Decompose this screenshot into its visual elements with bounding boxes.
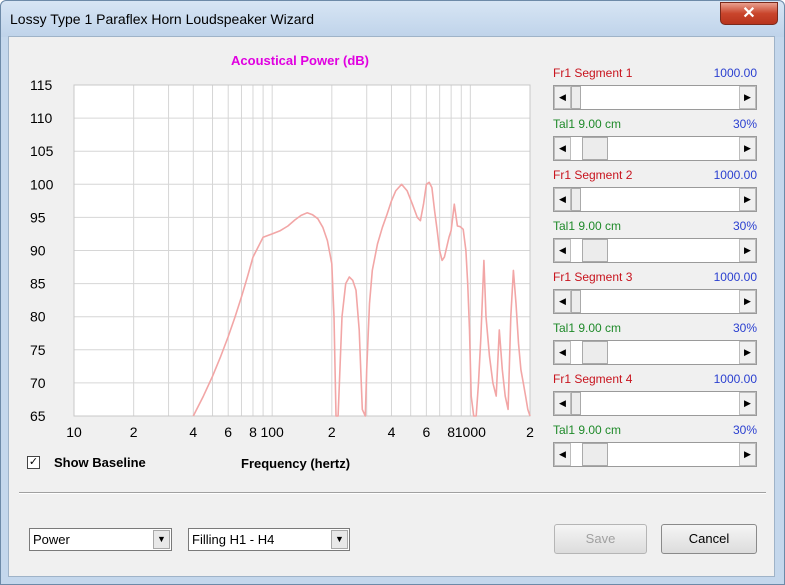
x-tick-label: 2 bbox=[130, 424, 138, 440]
segment-scrollbar[interactable]: ◀ ▶ bbox=[553, 136, 757, 161]
segment-parameter-value: 30% bbox=[732, 117, 757, 131]
segment-parameter-value: 30% bbox=[732, 423, 757, 437]
segment-label-row: Fr1 Segment 3 1000.00 bbox=[553, 270, 757, 286]
arrow-right-icon[interactable]: ▶ bbox=[739, 188, 756, 211]
arrow-right-icon[interactable]: ▶ bbox=[739, 443, 756, 466]
x-tick-label: 6 bbox=[422, 424, 430, 440]
scroll-thumb[interactable] bbox=[571, 86, 581, 109]
y-tick-label: 65 bbox=[30, 408, 46, 424]
segment-scrollbar[interactable]: ◀ ▶ bbox=[553, 340, 757, 365]
y-tick-label: 115 bbox=[30, 77, 53, 93]
scroll-thumb[interactable] bbox=[571, 392, 581, 415]
chevron-down-icon[interactable]: ▼ bbox=[331, 530, 348, 549]
segment-parameter-label: Fr1 Segment 4 bbox=[553, 372, 633, 386]
scroll-thumb[interactable] bbox=[582, 443, 608, 466]
segment-parameter-label: Tal1 9.00 cm bbox=[553, 219, 622, 233]
arrow-left-icon[interactable]: ◀ bbox=[554, 290, 571, 313]
arrow-left-icon[interactable]: ◀ bbox=[554, 239, 571, 262]
arrow-left-icon[interactable]: ◀ bbox=[554, 341, 571, 364]
separator bbox=[19, 492, 766, 494]
arrow-left-icon[interactable]: ◀ bbox=[554, 86, 571, 109]
scroll-thumb[interactable] bbox=[582, 239, 608, 262]
segment-scrollbar[interactable]: ◀ ▶ bbox=[553, 238, 757, 263]
segment-parameter-label: Tal1 9.00 cm bbox=[553, 321, 622, 335]
segment-parameter-value: 1000.00 bbox=[713, 168, 757, 182]
segment-scrollbar[interactable]: ◀ ▶ bbox=[553, 442, 757, 467]
check-icon[interactable]: ✓ bbox=[27, 456, 40, 469]
chevron-down-icon[interactable]: ▼ bbox=[153, 530, 170, 549]
y-tick-label: 80 bbox=[30, 309, 46, 325]
x-tick-label: 2 bbox=[526, 424, 534, 440]
save-button[interactable]: Save bbox=[554, 524, 647, 554]
arrow-right-icon[interactable]: ▶ bbox=[739, 392, 756, 415]
arrow-right-icon[interactable]: ▶ bbox=[739, 290, 756, 313]
x-tick-label: 2 bbox=[328, 424, 336, 440]
x-tick-label: 6 bbox=[224, 424, 232, 440]
segment-parameter-value: 30% bbox=[732, 219, 757, 233]
mode-select-value: Power bbox=[33, 532, 70, 547]
segment-parameter-label: Tal1 9.00 cm bbox=[553, 423, 622, 437]
x-tick-label: 4 bbox=[189, 424, 197, 440]
segment-label-row: Tal1 9.00 cm 30% bbox=[553, 321, 757, 337]
arrow-left-icon[interactable]: ◀ bbox=[554, 137, 571, 160]
y-tick-label: 85 bbox=[30, 276, 46, 292]
segment-label-row: Tal1 9.00 cm 30% bbox=[553, 219, 757, 235]
filling-select[interactable]: Filling H1 - H4 ▼ bbox=[188, 528, 350, 551]
segment-parameter-value: 1000.00 bbox=[713, 372, 757, 386]
arrow-left-icon[interactable]: ◀ bbox=[554, 443, 571, 466]
segment-label-row: Tal1 9.00 cm 30% bbox=[553, 423, 757, 439]
arrow-right-icon[interactable]: ▶ bbox=[739, 341, 756, 364]
segment-label-row: Fr1 Segment 1 1000.00 bbox=[553, 66, 757, 82]
segment-parameter-value: 1000.00 bbox=[713, 66, 757, 80]
arrow-right-icon[interactable]: ▶ bbox=[739, 239, 756, 262]
mode-select[interactable]: Power ▼ bbox=[29, 528, 172, 551]
segment-scrollbar[interactable]: ◀ ▶ bbox=[553, 289, 757, 314]
cancel-button[interactable]: Cancel bbox=[661, 524, 757, 554]
arrow-right-icon[interactable]: ▶ bbox=[739, 137, 756, 160]
y-tick-label: 110 bbox=[30, 110, 53, 126]
segment-parameter-label: Fr1 Segment 1 bbox=[553, 66, 633, 80]
y-tick-label: 105 bbox=[30, 143, 54, 159]
arrow-right-icon[interactable]: ▶ bbox=[739, 86, 756, 109]
show-baseline-checkbox[interactable]: ✓ Show Baseline bbox=[27, 455, 146, 470]
x-tick-label: 8 bbox=[249, 424, 257, 440]
segment-scrollbar[interactable]: ◀ ▶ bbox=[553, 187, 757, 212]
segment-label-row: Tal1 9.00 cm 30% bbox=[553, 117, 757, 133]
arrow-left-icon[interactable]: ◀ bbox=[554, 392, 571, 415]
scroll-thumb[interactable] bbox=[582, 137, 608, 160]
arrow-left-icon[interactable]: ◀ bbox=[554, 188, 571, 211]
segment-label-row: Fr1 Segment 4 1000.00 bbox=[553, 372, 757, 388]
scroll-thumb[interactable] bbox=[571, 290, 581, 313]
x-tick-label: 4 bbox=[388, 424, 396, 440]
y-tick-label: 70 bbox=[30, 375, 46, 391]
segment-parameter-label: Fr1 Segment 2 bbox=[553, 168, 633, 182]
segment-parameter-value: 1000.00 bbox=[713, 270, 757, 284]
segment-parameter-label: Tal1 9.00 cm bbox=[553, 117, 622, 131]
scroll-thumb[interactable] bbox=[571, 188, 581, 211]
filling-select-value: Filling H1 - H4 bbox=[192, 532, 275, 547]
segment-scrollbar[interactable]: ◀ ▶ bbox=[553, 85, 757, 110]
scroll-thumb[interactable] bbox=[582, 341, 608, 364]
x-tick-label: 100 bbox=[260, 424, 284, 440]
x-tick-label: 10 bbox=[66, 424, 82, 440]
segment-parameter-label: Fr1 Segment 3 bbox=[553, 270, 633, 284]
y-tick-label: 75 bbox=[30, 342, 46, 358]
segment-scrollbar[interactable]: ◀ ▶ bbox=[553, 391, 757, 416]
y-tick-label: 95 bbox=[30, 209, 46, 225]
y-tick-label: 100 bbox=[30, 176, 54, 192]
x-tick-label: 1000 bbox=[455, 424, 486, 440]
segment-label-row: Fr1 Segment 2 1000.00 bbox=[553, 168, 757, 184]
show-baseline-label: Show Baseline bbox=[54, 455, 146, 470]
y-tick-label: 90 bbox=[30, 243, 46, 259]
x-axis-label: Frequency (hertz) bbox=[241, 456, 351, 471]
segment-parameter-value: 30% bbox=[732, 321, 757, 335]
